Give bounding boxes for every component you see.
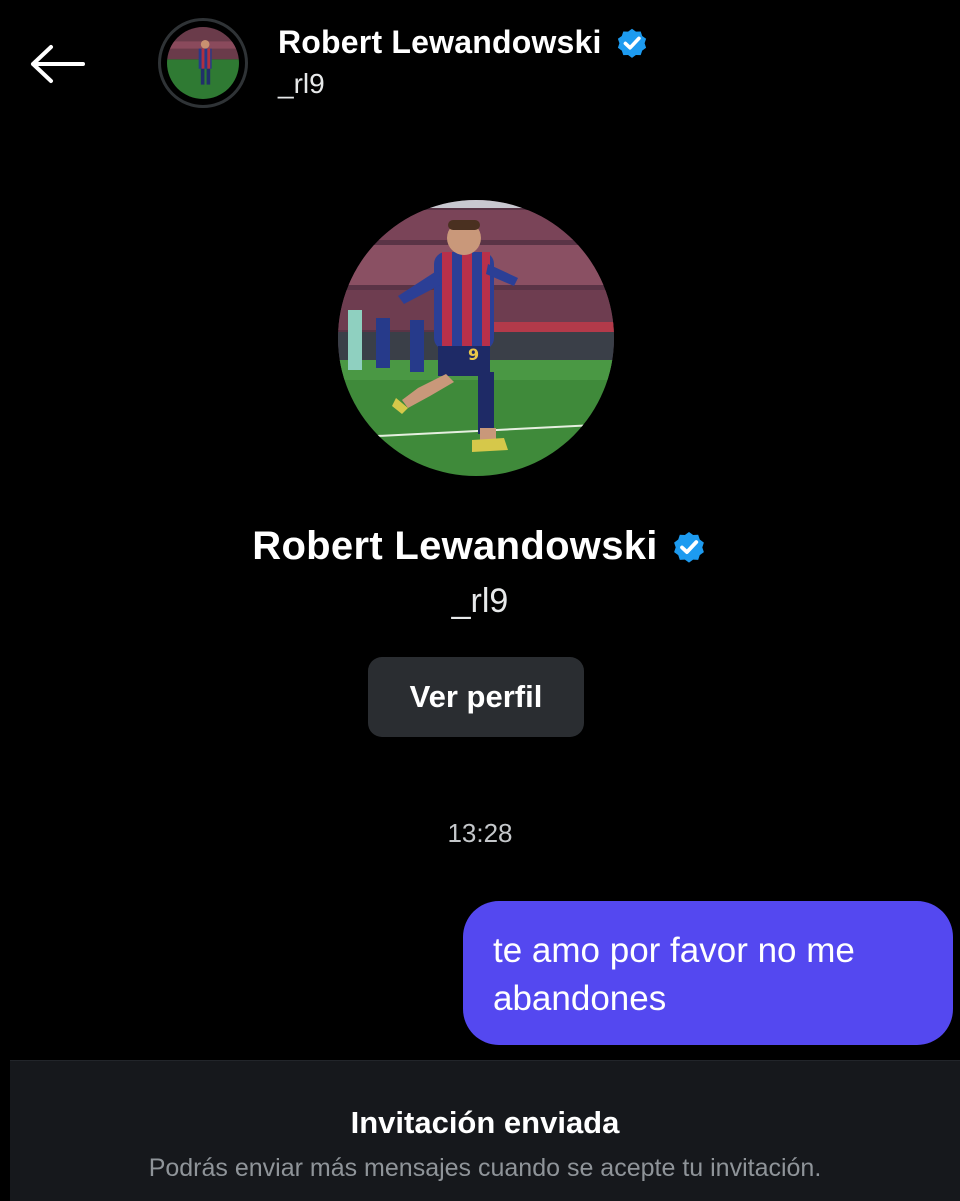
arrow-left-icon [31,45,85,83]
invitation-notice: Invitación enviada Podrás enviar más men… [10,1060,960,1201]
profile-name-row: Robert Lewandowski [0,524,960,569]
verified-badge-icon [673,531,704,563]
invitation-subtitle: Podrás enviar más mensajes cuando se ace… [148,1154,822,1182]
header-avatar[interactable] [158,18,248,108]
avatar-photo [167,27,239,99]
message-timestamp: 13:28 [447,818,513,848]
profile-photo[interactable]: 9 [338,200,614,476]
contact-name: Robert Lewandowski [278,24,602,60]
profile-image: 9 [338,200,614,476]
verified-badge-icon [617,28,646,58]
profile-name: Robert Lewandowski [252,524,658,568]
header-name-row[interactable]: Robert Lewandowski [278,24,650,61]
chat-header: Robert Lewandowski _rl9 [0,0,960,130]
svg-text:9: 9 [468,345,479,364]
profile-handle: _rl9 [451,582,509,620]
back-button[interactable] [26,38,90,90]
invitation-title: Invitación enviada [350,1105,620,1140]
view-profile-button[interactable]: Ver perfil [368,657,584,737]
sent-message-bubble[interactable]: te amo por favor no me abandones [463,901,953,1045]
contact-handle: _rl9 [278,68,325,99]
